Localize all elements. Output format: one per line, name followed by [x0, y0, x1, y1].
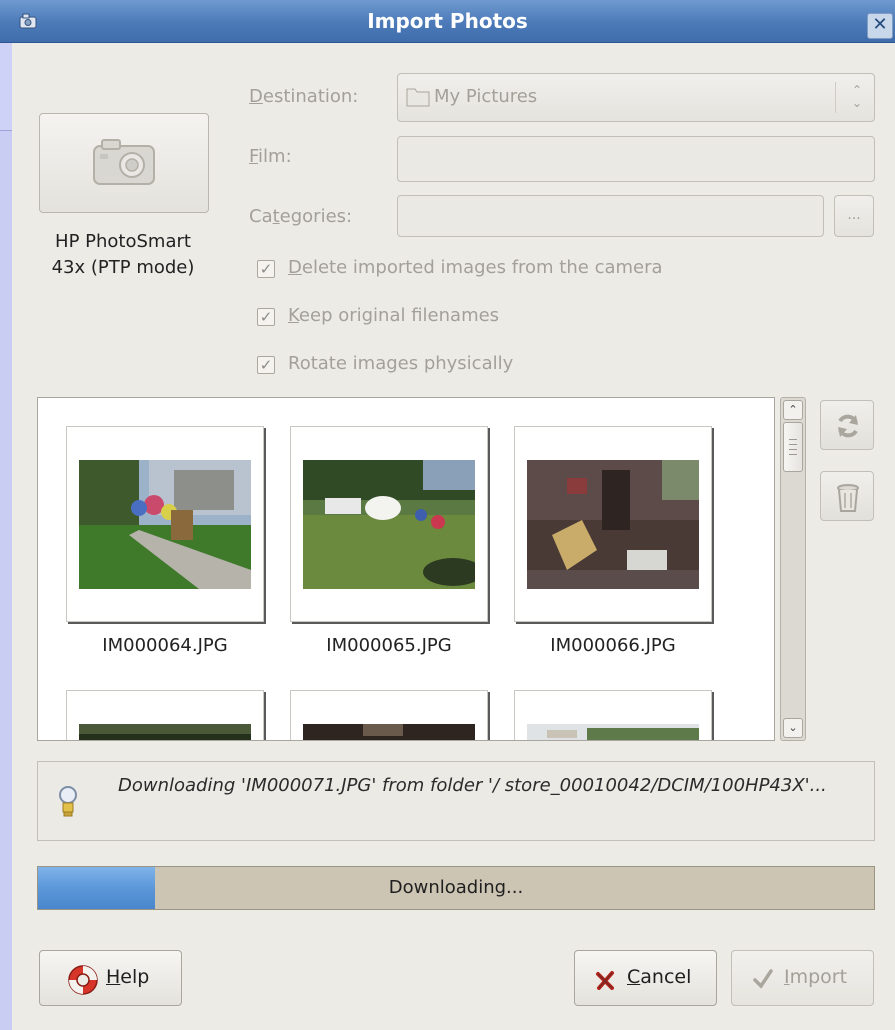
import-button[interactable]: Import	[731, 950, 874, 1006]
photo-thumbnail	[303, 460, 475, 589]
progress-text: Downloading...	[388, 877, 524, 898]
thumbnail-filename: IM000065.JPG	[326, 635, 452, 656]
thumbnail-item[interactable]	[290, 426, 488, 622]
checkmark-icon	[753, 969, 773, 989]
film-field[interactable]	[397, 136, 875, 182]
up-down-arrows-icon: ⌃ ⌄	[851, 83, 862, 110]
destination-label-text: estination:	[262, 86, 359, 107]
keep-filenames-text: eep original filenames	[298, 305, 500, 326]
camera-button[interactable]	[39, 113, 209, 213]
rotate-images-label: Rotate images physically	[288, 353, 514, 374]
thumbnail-item[interactable]	[66, 690, 264, 740]
refresh-button[interactable]	[820, 400, 874, 450]
thumbnail-item[interactable]	[66, 426, 264, 622]
photo-thumbnail	[527, 460, 699, 589]
scrollbar-thumb[interactable]	[783, 422, 803, 472]
scroll-up-arrow-icon[interactable]: ⌃	[783, 400, 803, 420]
thumbnail-item[interactable]	[290, 690, 488, 740]
thumbnail-filename: IM000064.JPG	[102, 635, 228, 656]
photo-thumbnail	[79, 724, 251, 740]
import-photos-dialog: Import Photos ✕ HP PhotoSmart 43x (PTP m…	[0, 0, 895, 1030]
keep-filenames-label: Keep original filenames	[288, 305, 499, 326]
categories-label-prefix: Ca	[249, 206, 273, 227]
cancel-x-icon	[596, 971, 614, 990]
refresh-icon	[838, 414, 858, 438]
lifebuoy-icon	[68, 965, 98, 995]
trash-icon	[837, 484, 859, 512]
help-label: Help	[106, 966, 149, 988]
help-text: elp	[120, 966, 150, 988]
categories-label-mnemonic: t	[272, 206, 280, 227]
import-text: mport	[789, 966, 848, 988]
photo-thumbnail	[303, 724, 475, 740]
delete-button[interactable]	[820, 471, 874, 521]
import-label: Import	[784, 966, 847, 988]
status-message: Downloading 'IM000071.JPG' from folder '…	[118, 775, 827, 796]
cancel-label: Cancel	[627, 966, 691, 988]
delete-imported-mnemonic: D	[288, 257, 302, 278]
photo-thumbnail	[527, 724, 699, 740]
help-mnemonic: H	[106, 966, 121, 988]
window-title: Import Photos	[367, 9, 528, 33]
camera-icon	[93, 139, 155, 185]
destination-label: Destination:	[249, 86, 358, 107]
download-progress-bar: Downloading...	[37, 866, 875, 910]
thumbnail-item[interactable]	[514, 426, 712, 622]
categories-label-text: egories:	[279, 206, 353, 227]
camera-name: HP PhotoSmart 43x (PTP mode)	[51, 231, 195, 278]
folder-icon	[406, 88, 430, 107]
destination-value: My Pictures	[434, 86, 538, 107]
thumbnail-filename: IM000066.JPG	[550, 635, 676, 656]
cancel-mnemonic: C	[627, 966, 641, 988]
delete-imported-text: elete imported images from the camera	[301, 257, 663, 278]
cancel-text: ancel	[640, 966, 692, 988]
delete-imported-label: Delete imported images from the camera	[288, 257, 663, 278]
rotate-images-checkbox[interactable]: ✓	[257, 356, 275, 374]
close-icon[interactable]: ✕	[867, 13, 893, 39]
categories-label: Categories:	[249, 206, 352, 227]
cancel-button[interactable]: Cancel	[574, 950, 717, 1006]
destination-label-mnemonic: D	[249, 86, 263, 107]
keep-filenames-checkbox[interactable]: ✓	[257, 308, 275, 326]
combo-separator	[835, 82, 836, 113]
thumbnail-scrollbar[interactable]: ⌃ ⌄	[780, 397, 806, 741]
thumbnail-item[interactable]	[514, 690, 712, 740]
categories-browse-button[interactable]: ...	[834, 195, 874, 237]
keep-filenames-mnemonic: K	[288, 305, 299, 326]
lightbulb-icon	[59, 786, 77, 817]
help-button[interactable]: Help	[39, 950, 182, 1006]
thumbnail-view[interactable]: IM000064.JPG IM000065.JPG IM000066.JPG	[37, 397, 775, 741]
delete-imported-checkbox[interactable]: ✓	[257, 260, 275, 278]
scroll-down-arrow-icon[interactable]: ⌄	[783, 718, 803, 738]
film-label: Film:	[249, 146, 292, 167]
status-panel: Downloading 'IM000071.JPG' from folder '…	[37, 761, 875, 841]
destination-combo[interactable]: My Pictures ⌃ ⌄	[397, 73, 875, 122]
photo-thumbnail	[79, 460, 251, 589]
title-bar[interactable]: Import Photos ✕	[0, 0, 895, 43]
film-label-text: ilm:	[258, 146, 292, 167]
categories-field[interactable]	[397, 195, 824, 237]
film-label-mnemonic: F	[249, 146, 259, 167]
